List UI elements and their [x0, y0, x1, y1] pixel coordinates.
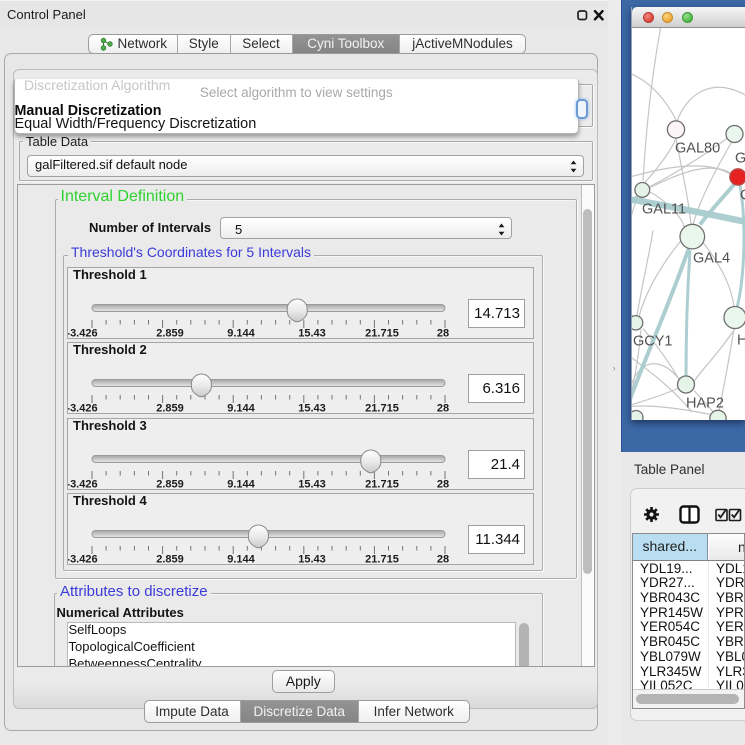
svg-text:15.43: 15.43: [298, 554, 326, 566]
svg-text:C: C: [740, 187, 745, 203]
svg-text:28: 28: [437, 554, 449, 566]
svg-text:21.715: 21.715: [365, 479, 399, 491]
svg-text:-3.426: -3.426: [68, 328, 98, 340]
svg-text:9.144: 9.144: [227, 403, 255, 415]
svg-text:2.859: 2.859: [156, 328, 184, 340]
svg-text:GAL4: GAL4: [693, 250, 730, 266]
svg-text:-3.426: -3.426: [68, 554, 98, 566]
svg-text:15.43: 15.43: [298, 328, 326, 340]
svg-text:28: 28: [437, 328, 449, 340]
svg-text:GCY1: GCY1: [633, 333, 673, 349]
svg-text:9.144: 9.144: [227, 479, 255, 491]
svg-text:HAP2: HAP2: [686, 395, 724, 411]
svg-text:-3.426: -3.426: [68, 479, 98, 491]
svg-text:15.43: 15.43: [298, 403, 326, 415]
svg-text:21.715: 21.715: [365, 554, 399, 566]
svg-text:2.859: 2.859: [156, 554, 184, 566]
svg-text:15.43: 15.43: [298, 479, 326, 491]
svg-text:28: 28: [437, 403, 449, 415]
svg-text:9.144: 9.144: [227, 554, 255, 566]
svg-text:21.715: 21.715: [365, 328, 399, 340]
svg-text:21.715: 21.715: [365, 403, 399, 415]
svg-text:GAL11: GAL11: [642, 201, 686, 217]
svg-text:-3.426: -3.426: [68, 403, 98, 415]
svg-text:GAL80: GAL80: [675, 140, 720, 156]
svg-text:H: H: [737, 332, 745, 348]
svg-text:GA: GA: [735, 150, 745, 166]
svg-text:2.859: 2.859: [156, 479, 184, 491]
svg-text:9.144: 9.144: [227, 328, 255, 340]
svg-text:28: 28: [437, 479, 449, 491]
svg-text:2.859: 2.859: [156, 403, 184, 415]
